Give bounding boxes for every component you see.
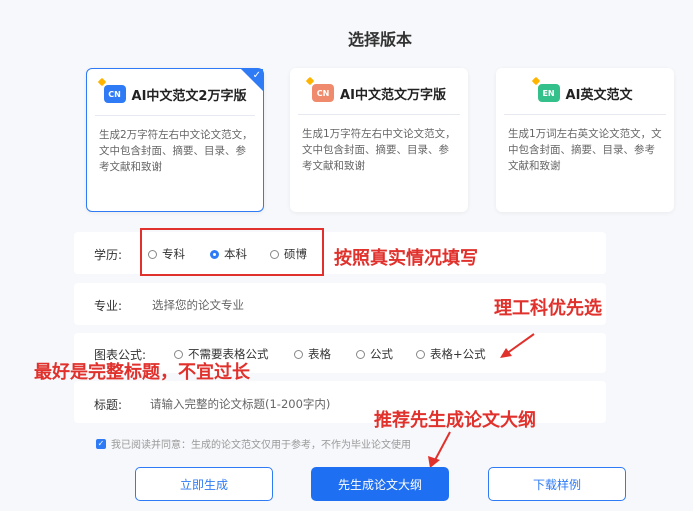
radio-table-formula[interactable]: 表格+公式	[416, 346, 486, 362]
version-card-cn-20k[interactable]: ✓ CN AI中文范文2万字版 生成2万字符左右中文论文范文，文中包含封面、摘要…	[86, 68, 264, 212]
en-badge-icon: EN	[537, 84, 560, 102]
annotation-fill-truth: 按照真实情况填写	[334, 248, 478, 269]
cn-badge-icon: CN	[312, 84, 335, 102]
cn-badge-icon: CN	[103, 85, 126, 103]
major-label: 专业:	[94, 299, 123, 313]
agreement[interactable]: ✓ 我已阅读并同意：生成的论文范文仅用于参考，不作为毕业论文使用	[96, 436, 411, 451]
card-desc: 生成1万词左右英文论文范文，文中包含封面、摘要、目录、参考文献和致谢	[508, 128, 662, 172]
radio-formula[interactable]: 公式	[356, 346, 393, 362]
radio-circle-icon	[416, 349, 425, 359]
generate-outline-button[interactable]: 先生成论文大纲	[311, 467, 449, 501]
card-name: AI英文范文	[565, 87, 633, 103]
radio-circle-icon	[356, 349, 365, 359]
annotation-recommend-outline: 推荐先生成论文大纲	[374, 410, 536, 431]
checkbox-checked-icon: ✓	[96, 438, 106, 449]
annotation-arrow-icon	[428, 431, 451, 468]
generate-button[interactable]: 立即生成	[135, 467, 273, 501]
page-title: 选择版本	[347, 30, 412, 49]
version-card-cn-10k[interactable]: CN AI中文范文万字版 生成1万字符左右中文论文范文，文中包含封面、摘要、目录…	[290, 68, 468, 212]
major-select[interactable]: 选择您的论文专业	[152, 297, 244, 313]
title-label: 标题:	[94, 398, 123, 412]
title-input[interactable]: 请输入完整的论文标题(1-200字内)	[150, 396, 330, 412]
card-name: AI中文范文万字版	[340, 87, 446, 103]
annotation-arrow-icon	[500, 333, 535, 358]
education-label: 学历:	[94, 248, 123, 262]
version-card-en[interactable]: EN AI英文范文 生成1万词左右英文论文范文，文中包含封面、摘要、目录、参考文…	[496, 68, 674, 212]
radio-table[interactable]: 表格	[294, 346, 331, 362]
download-sample-button[interactable]: 下载样例	[488, 467, 626, 501]
annotation-prefer-stem: 理工科优先选	[494, 298, 602, 319]
card-desc: 生成2万字符左右中文论文范文，文中包含封面、摘要、目录、参考文献和致谢	[99, 129, 253, 173]
card-name: AI中文范文2万字版	[131, 88, 247, 104]
annotation-highlight-box	[140, 228, 324, 276]
card-desc: 生成1万字符左右中文论文范文，文中包含封面、摘要、目录、参考文献和致谢	[302, 128, 456, 172]
radio-circle-icon	[294, 349, 303, 359]
